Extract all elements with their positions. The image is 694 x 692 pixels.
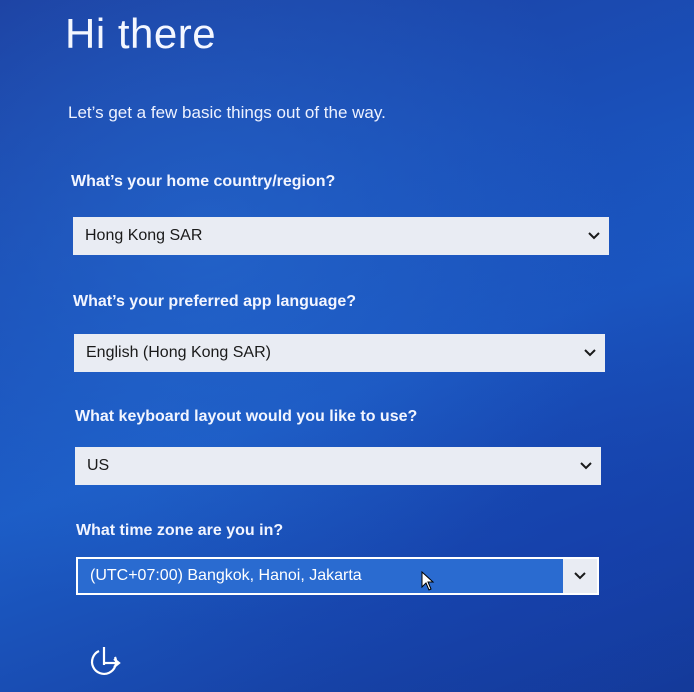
app-language-select[interactable]: English (Hong Kong SAR)	[74, 334, 605, 372]
time-zone-value: (UTC+07:00) Bangkok, Hanoi, Jakarta	[90, 567, 362, 584]
country-region-select[interactable]: Hong Kong SAR	[73, 217, 609, 255]
chevron-down-icon[interactable]	[579, 217, 609, 255]
page-subtitle: Let’s get a few basic things out of the …	[68, 103, 386, 122]
ease-of-access-icon[interactable]	[86, 643, 126, 679]
keyboard-layout-label: What keyboard layout would you like to u…	[75, 408, 418, 425]
app-language-label: What’s your preferred app language?	[73, 293, 357, 310]
keyboard-layout-select[interactable]: US	[75, 447, 601, 485]
chevron-down-icon[interactable]	[575, 334, 605, 372]
time-zone-select[interactable]: (UTC+07:00) Bangkok, Hanoi, Jakarta	[76, 557, 599, 595]
page-title: Hi there	[65, 10, 217, 57]
keyboard-layout-value: US	[87, 457, 110, 474]
time-zone-label: What time zone are you in?	[76, 522, 284, 539]
chevron-down-icon[interactable]	[563, 559, 597, 593]
chevron-down-icon[interactable]	[571, 447, 601, 485]
mouse-pointer-icon	[421, 571, 435, 591]
country-region-label: What’s your home country/region?	[71, 173, 336, 190]
country-region-value: Hong Kong SAR	[85, 227, 203, 244]
app-language-value: English (Hong Kong SAR)	[86, 344, 271, 361]
